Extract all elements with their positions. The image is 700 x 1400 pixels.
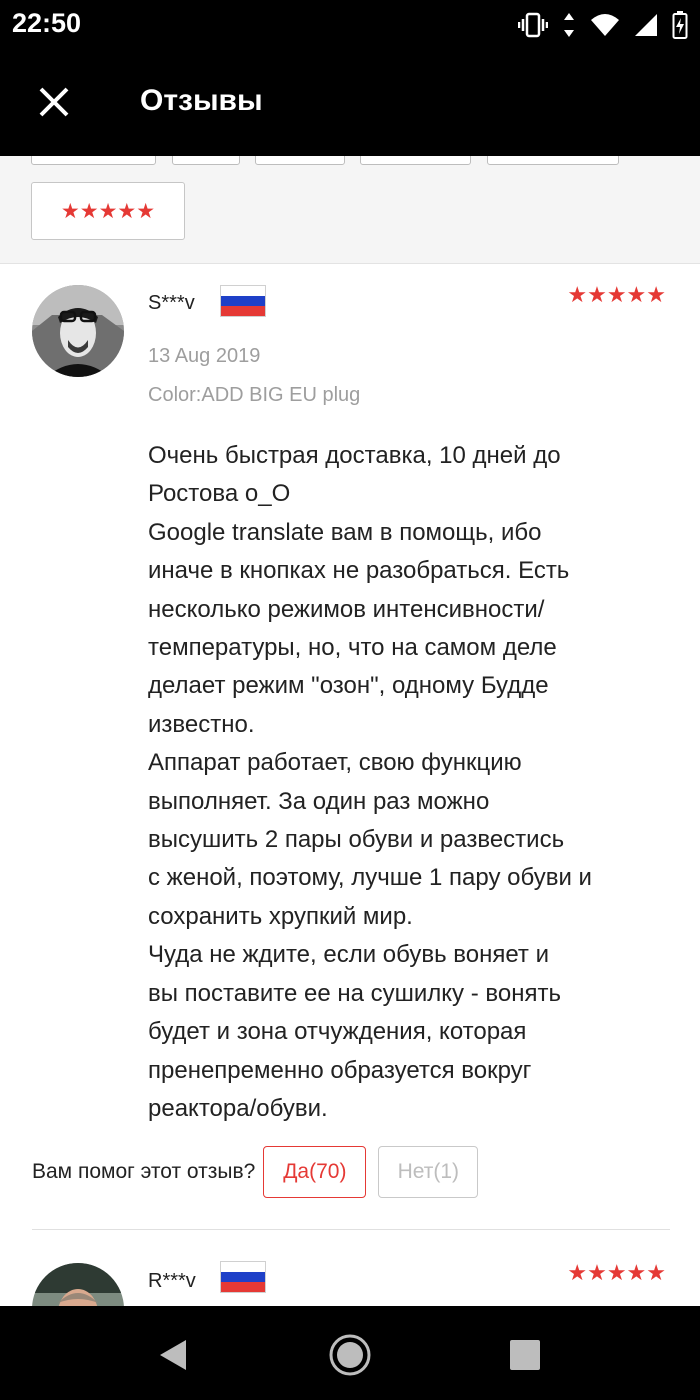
page-title: Отзывы bbox=[140, 84, 263, 117]
back-triangle-icon bbox=[160, 1340, 186, 1370]
app-bar: Отзывы bbox=[0, 50, 700, 156]
review-card: R***v ★★★★★ bbox=[0, 1243, 700, 1306]
review-author: S***v bbox=[148, 292, 195, 314]
review-date: 13 Aug 2019 bbox=[148, 345, 261, 367]
signal-icon bbox=[635, 14, 657, 36]
review-text: Очень быстрая доставка, 10 дней до Росто… bbox=[148, 442, 592, 1122]
back-button[interactable] bbox=[150, 1330, 200, 1380]
helpful-row: Вам помог этот отзыв? Да(70) Нет(1) bbox=[32, 1146, 479, 1198]
status-icons bbox=[518, 10, 688, 40]
russia-flag-icon bbox=[220, 285, 266, 317]
status-bar: 22:50 bbox=[0, 0, 700, 50]
helpful-question: Вам помог этот отзыв? bbox=[32, 1160, 256, 1183]
filter-bar: ★★★★★ bbox=[0, 156, 700, 264]
review-author: R***v bbox=[148, 1270, 196, 1292]
filter-chip[interactable] bbox=[172, 156, 240, 165]
filter-chip[interactable] bbox=[360, 156, 471, 165]
filter-chip[interactable] bbox=[255, 156, 345, 165]
filter-chip[interactable] bbox=[487, 156, 619, 165]
filter-chip[interactable] bbox=[31, 156, 156, 165]
wifi-icon bbox=[591, 14, 619, 36]
helpful-no-button[interactable]: Нет(1) bbox=[378, 1146, 479, 1198]
review-rating-stars: ★★★★★ bbox=[567, 1261, 666, 1286]
avatar bbox=[32, 1263, 124, 1306]
review-divider bbox=[32, 1229, 670, 1230]
review-rating-stars: ★★★★★ bbox=[567, 283, 666, 308]
data-arrows-icon bbox=[564, 13, 574, 37]
filter-chip-five-stars[interactable]: ★★★★★ bbox=[31, 182, 185, 240]
helpful-yes-button[interactable]: Да(70) bbox=[263, 1146, 367, 1198]
close-button[interactable] bbox=[32, 80, 76, 124]
close-icon bbox=[39, 87, 69, 117]
home-button[interactable] bbox=[325, 1330, 375, 1380]
review-variant: Color:ADD BIG EU plug bbox=[148, 384, 361, 406]
navigation-bar bbox=[0, 1306, 700, 1400]
avatar-photo bbox=[32, 285, 124, 377]
battery-charging-icon bbox=[672, 11, 688, 39]
home-circle-icon bbox=[329, 1334, 371, 1376]
avatar bbox=[32, 285, 124, 377]
five-stars-icon: ★★★★★ bbox=[60, 199, 156, 223]
russia-flag-icon bbox=[220, 1261, 266, 1293]
status-time: 22:50 bbox=[12, 8, 82, 38]
avatar-photo bbox=[32, 1263, 124, 1306]
recents-button[interactable] bbox=[500, 1330, 550, 1380]
vibrate-icon bbox=[518, 12, 548, 38]
recents-square-icon bbox=[510, 1340, 540, 1370]
